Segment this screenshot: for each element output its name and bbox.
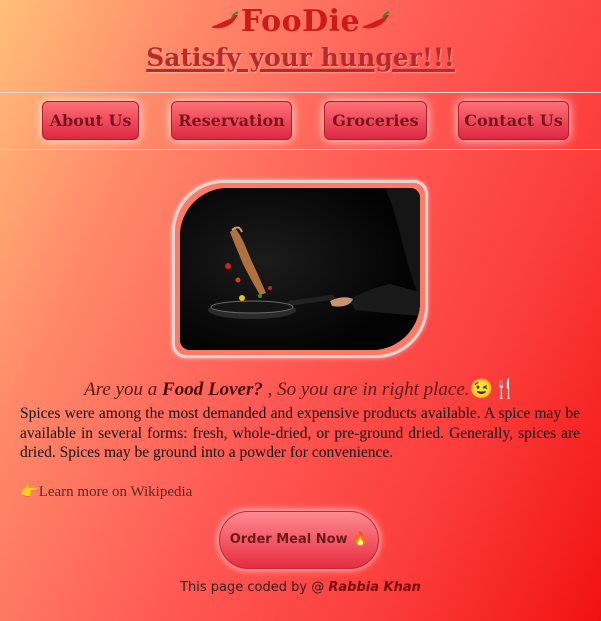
wikipedia-link[interactable]: 👉Learn more on Wikipedia	[20, 482, 192, 501]
brand-title: FooDie	[0, 4, 601, 41]
nav-bar: About Us Reservation Groceries Contact U…	[0, 92, 601, 150]
order-meal-button[interactable]: Order Meal Now 🔥	[219, 511, 379, 569]
spices-description: Spices were among the most demanded and …	[20, 405, 580, 461]
wikipedia-link-label: Learn more on Wikipedia	[38, 484, 193, 500]
chili-pepper-icon	[360, 6, 392, 41]
footer-credit: This page coded by @ Rabbia Khan	[0, 580, 601, 595]
tagline: Satisfy your hunger!!!	[146, 43, 455, 72]
intro-prefix: Are you a	[84, 379, 163, 400]
order-meal-label: Order Meal Now	[229, 532, 348, 547]
nav-contact-us-button[interactable]: Contact Us	[458, 101, 569, 140]
intro-highlight: Food Lover?	[162, 379, 263, 400]
footer-prefix: This page coded by @	[180, 580, 329, 595]
hero-image	[180, 188, 420, 350]
author-name: Rabbia Khan	[328, 580, 421, 595]
nav-about-us-button[interactable]: About Us	[42, 101, 139, 140]
nav-reservation-button[interactable]: Reservation	[171, 101, 292, 140]
nav-groceries-button[interactable]: Groceries	[324, 101, 427, 140]
wink-fork-icon: 😉🍴	[469, 379, 517, 400]
pointing-hand-icon: 👉	[20, 484, 39, 500]
intro-text: Are you a Food Lover? , So you are in ri…	[0, 377, 601, 401]
hero-image-frame	[172, 180, 428, 358]
intro-suffix: , So you are in right place.	[262, 379, 470, 400]
chili-pepper-icon	[209, 6, 241, 41]
fire-icon: 🔥	[352, 532, 369, 547]
brand-name: FooDie	[240, 4, 361, 39]
